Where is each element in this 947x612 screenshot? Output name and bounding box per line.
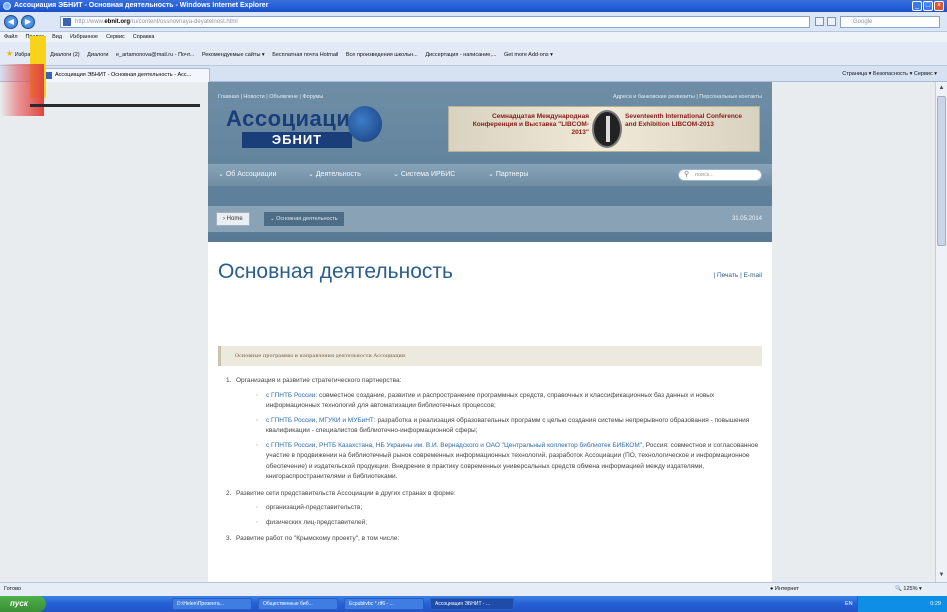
main-nav: ⌄ Об Ассоциации ⌄ Деятельность ⌄ Система… xyxy=(208,164,772,186)
section-title: Основные программы и направления деятель… xyxy=(218,346,762,366)
address-row: ◀ ▶ http://www.ebnit.org/ru/content/ossn… xyxy=(0,12,947,32)
banner-text-ru: Семнадцатая Международная Конференция и … xyxy=(472,113,589,136)
language-indicator[interactable]: EN xyxy=(845,596,853,612)
content-list: 1. Организация и развитие стратегическог… xyxy=(226,376,766,551)
slide-decoration-line xyxy=(30,104,200,107)
globe-logo-icon xyxy=(348,106,382,142)
nav-item-irbis[interactable]: ⌄ Система ИРБИС xyxy=(393,164,455,186)
back-button[interactable]: ◀ xyxy=(4,15,18,29)
partner-link[interactable]: с ГПНТБ России: xyxy=(266,392,317,399)
banner-text-en: Seventeenth International Conference and… xyxy=(625,113,743,128)
partner-link[interactable]: с ГПНТБ России, МГУКИ и МУБиНТ: xyxy=(266,417,376,424)
page-date: 31.05.2014 xyxy=(731,216,762,222)
sub-list-item: ◦ физических лиц-представителей; xyxy=(256,518,368,526)
site-header: Главная | Новости | Объявлене | Форумы А… xyxy=(208,82,772,242)
vertical-scrollbar[interactable]: ▲ ▼ xyxy=(935,82,947,582)
menu-bar: ФайлПравкаВидИзбранноеСервисСправка xyxy=(0,32,947,42)
fav-link-4[interactable]: Рекомендуемые сайты ▾ xyxy=(202,52,265,58)
fav-link-3[interactable]: e_artamonova@mail.ru - Почт... xyxy=(116,52,194,58)
logo-subtitle[interactable]: ЭБНИТ xyxy=(242,132,352,148)
sub-list-item: ◦ с ГПНТБ России: совместное создание, ра… xyxy=(256,391,715,410)
favorites-bar: ★ Избранное Диалоги (2) Диалоги e_artamo… xyxy=(0,42,947,66)
taskbar-item[interactable]: Общественные биб... xyxy=(258,598,338,610)
logo-title[interactable]: Ассоциация xyxy=(226,106,364,132)
taskbar-item[interactable]: D:\Helen\Презента... xyxy=(172,598,252,610)
favicon-icon xyxy=(63,18,71,26)
close-button[interactable]: × xyxy=(934,1,944,11)
clock: 0:29 xyxy=(930,601,941,607)
status-bar: Готово ● Интернет 🔍 125% ▾ xyxy=(0,582,947,596)
top-links-right[interactable]: Адреса и банковские реквизиты | Персонал… xyxy=(613,94,762,100)
menu-file[interactable]: Файл xyxy=(4,34,18,40)
ie-icon xyxy=(3,2,11,10)
tab-row: Ассоциация ЭБНИТ - Основная деятельность… xyxy=(0,66,947,82)
fav-link-6[interactable]: Все произведения школьн... xyxy=(346,52,418,58)
fav-link-2[interactable]: Диалоги xyxy=(87,52,108,58)
slide-decoration-red xyxy=(0,64,44,116)
ie-window: Ассоциация ЭБНИТ - Основная деятельность… xyxy=(0,0,947,612)
star-icon: ★ xyxy=(6,49,14,58)
url-rest: /ru/content/ossnovnaya-deyatelnost.html xyxy=(130,19,238,25)
nav-item-partners[interactable]: ⌄ Партнеры xyxy=(488,164,528,186)
title-bar: Ассоциация ЭБНИТ - Основная деятельность… xyxy=(0,0,947,12)
address-field[interactable]: http://www.ebnit.org/ru/content/ossnovna… xyxy=(60,16,810,28)
zoom-level[interactable]: 🔍 125% ▾ xyxy=(895,583,922,596)
menu-tools[interactable]: Сервис xyxy=(106,34,125,40)
forward-button[interactable]: ▶ xyxy=(21,15,35,29)
url-domain: ebnit.org xyxy=(104,19,131,25)
scroll-thumb[interactable] xyxy=(937,96,946,246)
tab-active[interactable]: Ассоциация ЭБНИТ - Основная деятельность… xyxy=(40,68,210,82)
content-area: Основная деятельность | Печать | E-mail … xyxy=(208,242,772,582)
site-search-input[interactable]: поиск... xyxy=(678,169,762,181)
tab-label: Ассоциация ЭБНИТ - Основная деятельность… xyxy=(55,72,192,78)
partner-link[interactable]: с ГПНТБ России, РНТБ Казахстана, НБ Укра… xyxy=(266,442,642,449)
breadcrumb: › Home ⌄ Основная деятельность 31.05.201… xyxy=(208,206,772,232)
banner-emblem-icon xyxy=(592,110,622,148)
scroll-down-icon[interactable]: ▼ xyxy=(937,570,946,580)
top-links-left[interactable]: Главная | Новости | Объявлене | Форумы xyxy=(218,94,323,100)
fav-link-7[interactable]: Диссертация - написание,... xyxy=(425,52,496,58)
scroll-up-icon[interactable]: ▲ xyxy=(937,83,946,93)
status-text: Готово xyxy=(4,586,21,592)
sub-list-item: ◦ с ГПНТБ России, МГУКИ и МУБиНТ: разрабо… xyxy=(256,416,750,435)
breadcrumb-current: ⌄ Основная деятельность xyxy=(264,212,344,226)
url-prefix: http://www. xyxy=(75,19,105,25)
fav-link-8[interactable]: Get more Add-ons ▾ xyxy=(504,52,553,58)
taskbar-item[interactable]: Ecpublivbc *.rtf6 - ... xyxy=(344,598,424,610)
fav-link-1[interactable]: Диалоги (2) xyxy=(50,52,80,58)
search-input[interactable]: Google xyxy=(840,16,940,28)
page-title: Основная деятельность xyxy=(218,260,453,283)
menu-favorites[interactable]: Избранное xyxy=(70,34,98,40)
command-bar[interactable]: Страница ▾ Безопасность ▾ Сервис ▾ xyxy=(842,69,937,79)
site-page: Главная | Новости | Объявлене | Форумы А… xyxy=(208,82,772,582)
sub-list-item: ◦ организаций-представительств; xyxy=(256,504,363,511)
start-button[interactable]: пуск xyxy=(0,596,46,612)
zone-indicator: ● Интернет xyxy=(770,586,799,592)
list-item: 3. Развитие работ по "Крымскому проекту"… xyxy=(226,535,400,542)
minimize-button[interactable]: _ xyxy=(912,1,922,11)
system-tray: 0:29 xyxy=(857,596,947,612)
menu-help[interactable]: Справка xyxy=(133,34,155,40)
maximize-button[interactable]: □ xyxy=(923,1,933,11)
refresh-icon[interactable] xyxy=(815,17,824,26)
fav-link-5[interactable]: Бесплатная почта Hotmail xyxy=(272,52,338,58)
window-title: Ассоциация ЭБНИТ - Основная деятельность… xyxy=(14,2,269,9)
nav-item-about[interactable]: ⌄ Об Ассоциации xyxy=(218,164,277,186)
menu-view[interactable]: Вид xyxy=(52,34,62,40)
list-item: 2. Развитие сети представительств Ассоци… xyxy=(226,489,766,529)
taskbar: пуск D:\Helen\Презента... Общественные б… xyxy=(0,596,947,612)
breadcrumb-home[interactable]: › Home xyxy=(216,212,250,226)
stop-icon[interactable] xyxy=(827,17,836,26)
nav-item-activity[interactable]: ⌄ Деятельность xyxy=(308,164,361,186)
search-placeholder: Google xyxy=(853,19,873,25)
list-item: 1. Организация и развитие стратегическог… xyxy=(226,376,766,483)
sub-list-item: ◦ с ГПНТБ России, РНТБ Казахстана, НБ Укр… xyxy=(256,441,759,481)
taskbar-item-active[interactable]: Ассоциация ЭБНИТ - ... xyxy=(430,598,514,610)
libcom-banner[interactable]: Семнадцатая Международная Конференция и … xyxy=(448,106,760,152)
print-email-links[interactable]: | Печать | E-mail xyxy=(713,272,762,279)
